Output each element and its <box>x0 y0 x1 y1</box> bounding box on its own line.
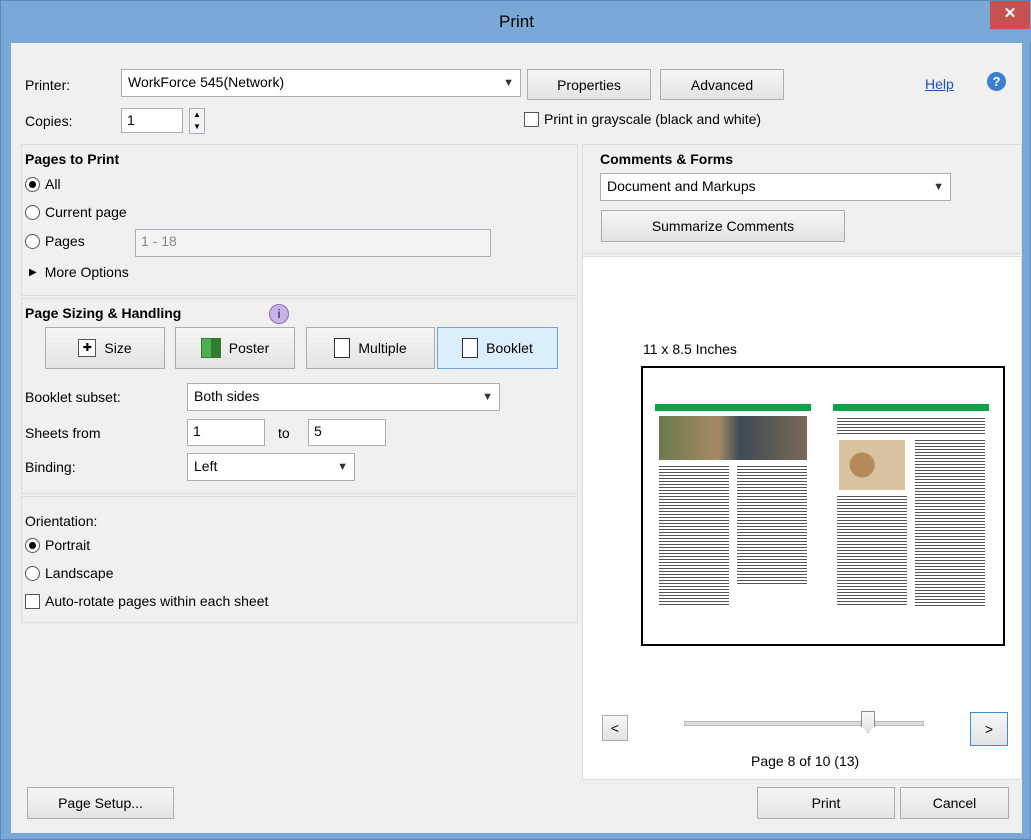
sheets-from-label: Sheets from <box>25 425 101 441</box>
auto-rotate-checkbox[interactable]: Auto-rotate pages within each sheet <box>25 593 268 609</box>
chevron-down-icon: ▼ <box>503 77 514 89</box>
radio-selected-icon[interactable] <box>25 176 40 192</box>
sheets-from-field[interactable]: 1 <box>187 419 265 446</box>
mode-poster-button[interactable]: Poster <box>175 327 295 369</box>
green-header-bar <box>833 404 989 411</box>
mode-multiple-label: Multiple <box>358 340 407 356</box>
mode-size-label: Size <box>104 340 132 356</box>
radio-icon[interactable] <box>25 565 40 581</box>
radio-pages-label: Pages <box>45 233 85 249</box>
dialog-client: Printer: WorkForce 545(Network) ▼ Proper… <box>11 43 1022 833</box>
preview-right-page <box>833 404 989 612</box>
more-options-toggle[interactable]: ▶ More Options <box>29 264 129 280</box>
text-column <box>659 466 729 606</box>
text-column <box>915 440 985 606</box>
radio-pages[interactable]: Pages <box>25 233 85 249</box>
spinner-up-icon[interactable]: ▲ <box>190 109 204 121</box>
title-bar: Print ✕ <box>1 1 1031 43</box>
checkbox-icon[interactable] <box>524 111 539 127</box>
help-link[interactable]: Help <box>925 76 954 92</box>
mode-poster-label: Poster <box>228 340 270 356</box>
text-block <box>837 418 985 436</box>
portrait-photo <box>839 440 905 490</box>
radio-landscape-label: Landscape <box>45 565 114 581</box>
grayscale-checkbox[interactable]: Print in grayscale (black and white) <box>524 111 761 127</box>
mode-multiple-button[interactable]: Multiple <box>306 327 435 369</box>
mode-booklet-button[interactable]: Booklet <box>437 327 558 369</box>
pages-to-print-title: Pages to Print <box>25 151 120 167</box>
radio-selected-icon[interactable] <box>25 537 40 553</box>
booklet-subset-value: Both sides <box>194 388 260 404</box>
binding-select[interactable]: Left ▼ <box>187 453 355 481</box>
poster-icon <box>200 338 221 358</box>
help-icon[interactable]: ? <box>987 72 1006 91</box>
dialog-title: Print <box>499 12 534 31</box>
size-icon: ✚ <box>78 339 97 357</box>
preview-left-page <box>655 404 811 612</box>
grayscale-label: Print in grayscale (black and white) <box>544 111 762 127</box>
page-setup-button[interactable]: Page Setup... <box>27 787 174 819</box>
info-icon[interactable]: i <box>269 304 289 324</box>
radio-current-page-label: Current page <box>45 204 127 220</box>
properties-button[interactable]: Properties <box>527 69 651 100</box>
pages-range-field[interactable]: 1 - 18 <box>135 229 491 257</box>
printer-select-value: WorkForce 545(Network) <box>128 74 285 90</box>
paper-size-label: 11 x 8.5 Inches <box>643 341 737 357</box>
radio-all-label: All <box>45 176 61 192</box>
sheets-to-field[interactable]: 5 <box>308 419 386 446</box>
preview-sheet <box>641 366 1005 646</box>
mode-booklet-label: Booklet <box>486 340 533 356</box>
copies-stepper[interactable]: ▲ ▼ <box>189 108 205 134</box>
printer-label: Printer: <box>25 77 71 93</box>
checkbox-icon[interactable] <box>25 593 40 609</box>
sheets-to-label: to <box>278 425 290 441</box>
green-header-bar <box>655 404 811 411</box>
booklet-icon <box>462 338 479 358</box>
auto-rotate-label: Auto-rotate pages within each sheet <box>45 593 269 609</box>
text-column <box>737 466 807 586</box>
close-button[interactable]: ✕ <box>990 1 1030 29</box>
print-button[interactable]: Print <box>757 787 895 819</box>
page-status: Page 8 of 10 (13) <box>751 753 860 769</box>
radio-icon[interactable] <box>25 233 40 249</box>
booklet-subset-select[interactable]: Both sides ▼ <box>187 383 500 411</box>
multiple-icon <box>334 338 351 358</box>
advanced-button[interactable]: Advanced <box>660 69 784 100</box>
printer-select[interactable]: WorkForce 545(Network) ▼ <box>121 69 521 97</box>
comments-forms-title: Comments & Forms <box>600 151 734 167</box>
mode-size-button[interactable]: ✚ Size <box>45 327 165 369</box>
spinner-down-icon[interactable]: ▼ <box>190 121 204 133</box>
radio-portrait-label: Portrait <box>45 537 91 553</box>
radio-current-page[interactable]: Current page <box>25 204 127 220</box>
summarize-comments-button[interactable]: Summarize Comments <box>601 210 845 242</box>
copies-label: Copies: <box>25 113 73 129</box>
more-options-label: More Options <box>44 264 129 280</box>
orientation-title: Orientation: <box>25 513 98 529</box>
binding-label: Binding: <box>25 459 76 475</box>
binding-value: Left <box>194 458 218 474</box>
triangle-right-icon: ▶ <box>29 266 37 278</box>
comments-forms-value: Document and Markups <box>607 178 756 194</box>
copies-field[interactable]: 1 <box>121 108 183 133</box>
booklet-subset-label: Booklet subset: <box>25 389 121 405</box>
house-photo <box>659 416 807 460</box>
prev-page-button[interactable]: < <box>602 715 628 741</box>
print-dialog: Print ✕ Printer: WorkForce 545(Network) … <box>0 0 1031 840</box>
cancel-button[interactable]: Cancel <box>900 787 1009 819</box>
comments-forms-select[interactable]: Document and Markups ▼ <box>600 173 951 201</box>
radio-portrait[interactable]: Portrait <box>25 537 90 553</box>
next-page-button[interactable]: > <box>970 712 1008 746</box>
radio-icon[interactable] <box>25 204 40 220</box>
chevron-down-icon: ▼ <box>933 181 944 193</box>
chevron-down-icon: ▼ <box>482 391 493 403</box>
radio-all[interactable]: All <box>25 176 61 192</box>
chevron-down-icon: ▼ <box>337 461 348 473</box>
page-slider-track[interactable] <box>684 721 924 726</box>
text-column <box>837 496 907 606</box>
radio-landscape[interactable]: Landscape <box>25 565 114 581</box>
page-sizing-title: Page Sizing & Handling <box>25 305 182 321</box>
